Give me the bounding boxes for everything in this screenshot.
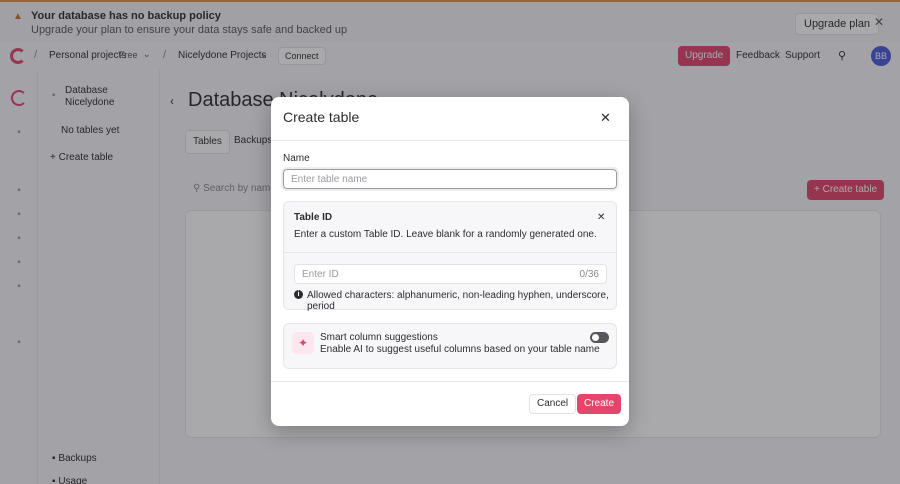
smart-column-toggle[interactable] (590, 332, 609, 343)
character-counter: 0/36 (579, 269, 599, 280)
smart-column-title: Smart column suggestions (320, 332, 438, 343)
table-id-close-icon[interactable]: ✕ (597, 212, 605, 223)
close-icon[interactable]: ✕ (600, 110, 611, 126)
table-id-input[interactable] (295, 265, 565, 283)
cancel-button[interactable]: Cancel (529, 394, 577, 414)
create-table-dialog: Create table ✕ Name Table ID ✕ Enter a c… (271, 97, 629, 426)
sparkle-icon: ✦ (292, 332, 314, 354)
table-id-title: Table ID (294, 212, 333, 223)
divider (284, 252, 616, 253)
table-id-panel: Table ID ✕ Enter a custom Table ID. Leav… (283, 201, 617, 312)
info-icon: i (294, 290, 303, 299)
table-name-input[interactable] (281, 167, 619, 191)
smart-column-description: Enable AI to suggest useful columns base… (320, 344, 600, 355)
name-label: Name (283, 153, 310, 164)
smart-column-panel: ✦ Smart column suggestions Enable AI to … (283, 323, 617, 369)
divider (271, 381, 629, 382)
create-button[interactable]: Create (577, 394, 622, 414)
divider (271, 140, 629, 141)
table-id-field: 0/36 (294, 264, 607, 284)
table-id-description: Enter a custom Table ID. Leave blank for… (294, 229, 597, 240)
allowed-characters-hint: Allowed characters: alphanumeric, non-le… (307, 290, 609, 312)
dialog-title: Create table (283, 109, 360, 125)
toggle-knob (592, 334, 599, 341)
